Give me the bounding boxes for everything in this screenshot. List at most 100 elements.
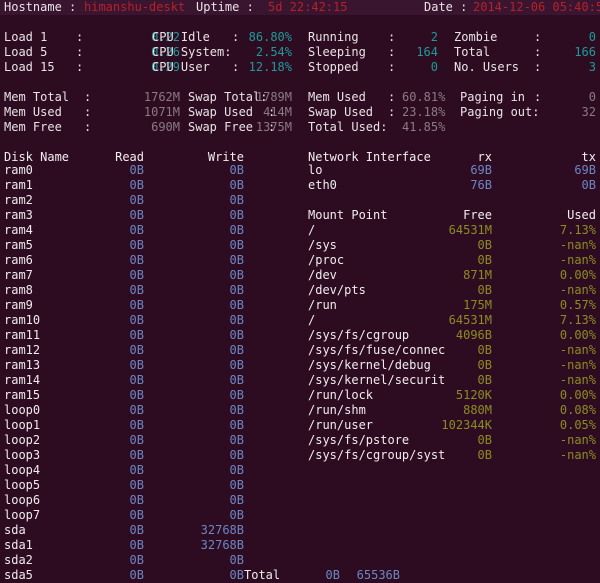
network-tx: 69B xyxy=(574,163,596,177)
cpusystem-value: 2.54% xyxy=(255,45,292,59)
pagingin-value: 0 xyxy=(588,90,596,104)
network-rx: 69B xyxy=(470,163,492,177)
mount-used: -nan% xyxy=(559,433,596,447)
disk-row: sda2 0B 0B xyxy=(0,553,300,568)
load1-sep: : xyxy=(76,30,84,44)
disk-write: 0B xyxy=(229,493,244,507)
cpuidle-label: CPU Idle xyxy=(152,30,210,44)
disk-name: sda1 xyxy=(4,538,33,552)
disk-name: ram2 xyxy=(4,193,33,207)
disk-row: loop7 0B 0B xyxy=(0,508,300,523)
disk-name: loop5 xyxy=(4,478,41,492)
network-row: lo 69B 69B xyxy=(0,163,600,178)
disk-read: 0B xyxy=(129,493,144,507)
mount-row: /sys/fs/pstore 0B -nan% xyxy=(0,433,600,448)
pagingout-value: 32 xyxy=(581,105,596,119)
swapused-pct-value: 23.18% xyxy=(402,105,446,119)
mount-name: /run/shm xyxy=(308,403,366,417)
load15-label: Load 15 xyxy=(4,60,55,74)
hostname-value: himanshu-deskt xyxy=(84,0,186,14)
running-label: Running xyxy=(308,30,359,44)
mount-used: 7.13% xyxy=(559,313,596,327)
mount-row: /run/lock 5120K 0.00% xyxy=(0,388,600,403)
mount-free: 0B xyxy=(477,283,492,297)
disk-write: 32768B xyxy=(200,538,244,552)
stats-row-2: Load 5 : 0.26 CPU System: 2.54% Sleeping… xyxy=(0,45,600,60)
mount-free: 64531M xyxy=(448,313,492,327)
network-row: eth0 76B 0B xyxy=(0,178,600,193)
mount-row: /dev 871M 0.00% xyxy=(0,268,600,283)
zombie-value: 0 xyxy=(588,30,596,44)
mount-free: 0B xyxy=(477,253,492,267)
network-name: lo xyxy=(308,163,323,177)
network-tx: 0B xyxy=(581,178,596,192)
disk-read: 0B xyxy=(129,508,144,522)
mount-row: / 64531M 7.13% xyxy=(0,313,600,328)
mount-name: / xyxy=(308,313,316,327)
swapused-value: 414M xyxy=(263,105,292,119)
load5-label: Load 5 xyxy=(4,45,48,59)
mount-used: 0.00% xyxy=(559,268,596,282)
memused-label: Mem Used xyxy=(4,105,62,119)
memused-pct-sep: : xyxy=(388,90,396,104)
total-proc-label: Total xyxy=(454,45,491,59)
mount-name: /sys/kernel/securit xyxy=(308,373,446,387)
mount-used: 0.05% xyxy=(559,418,596,432)
mount-used: -nan% xyxy=(559,283,596,297)
mount-row: /sys/fs/cgroup/syst 0B -nan% xyxy=(0,448,600,463)
running-value: 2 xyxy=(430,30,438,44)
uptime-value: 5d 22:42:15 xyxy=(268,0,348,14)
mount-name: /run/user xyxy=(308,418,374,432)
mount-header-row: Mount Point Free Used xyxy=(0,208,600,223)
mount-row: /sys 0B -nan% xyxy=(0,238,600,253)
disk-name: loop6 xyxy=(4,493,41,507)
stopped-value: 0 xyxy=(430,60,438,74)
memused-value: 1071M xyxy=(143,105,180,119)
load5-sep: : xyxy=(76,45,84,59)
mount-used: -nan% xyxy=(559,238,596,252)
swapused-pct-label: Swap Used xyxy=(308,105,374,119)
mount-free: 4096B xyxy=(455,328,492,342)
mount-row: /proc 0B -nan% xyxy=(0,253,600,268)
mount-used: 0.00% xyxy=(559,328,596,342)
disk-read: 0B xyxy=(129,463,144,477)
mount-used: 0.00% xyxy=(559,388,596,402)
mount-name: /sys/fs/cgroup xyxy=(308,328,410,342)
mount-free: 0B xyxy=(477,433,492,447)
mount-name: /dev/pts xyxy=(308,283,366,297)
disk-total-label: Total xyxy=(244,568,281,582)
disk-name: sda xyxy=(4,523,26,537)
mount-name: /sys/fs/pstore xyxy=(308,433,410,447)
disk-write: 0B xyxy=(229,553,244,567)
mount-free: 0B xyxy=(477,343,492,357)
mount-free: 5120K xyxy=(455,388,492,402)
cpuidle-value: 86.80% xyxy=(248,30,292,44)
disk-write: 32768B xyxy=(200,523,244,537)
mount-row: /run/user 102344K 0.05% xyxy=(0,418,600,433)
disk-read: 0B xyxy=(129,523,144,537)
network-rx: 76B xyxy=(470,178,492,192)
mount-name: /dev xyxy=(308,268,337,282)
mount-name: / xyxy=(308,223,316,237)
mount-name: /run xyxy=(308,298,337,312)
stopped-label: Stopped xyxy=(308,60,359,74)
mount-name-header: Mount Point xyxy=(308,208,388,222)
users-value: 3 xyxy=(588,60,596,74)
stats-row-3: Load 15 : 0.29 CPU User : 12.18% Stopped… xyxy=(0,60,600,75)
mount-free: 871M xyxy=(463,268,492,282)
mem-row-2: Mem Used : 1071M Swap Used : 414M Swap U… xyxy=(0,105,600,120)
disk-row: sda1 0B 32768B xyxy=(0,538,300,553)
mount-row: /sys/kernel/debug 0B -nan% xyxy=(0,358,600,373)
memfree-label: Mem Free xyxy=(4,120,62,134)
disk-total-row: Total 0B 65536B xyxy=(0,568,600,583)
mount-free: 0B xyxy=(477,238,492,252)
mount-row: /sys/kernel/securit 0B -nan% xyxy=(0,373,600,388)
memtotal-value: 1762M xyxy=(143,90,180,104)
mount-free: 0B xyxy=(477,358,492,372)
disk-total-write: 65536B xyxy=(356,568,400,582)
disk-row: ram2 0B 0B xyxy=(0,193,300,208)
mount-row: /run 175M 0.57% xyxy=(0,298,600,313)
disk-write: 0B xyxy=(229,508,244,522)
disk-read: 0B xyxy=(129,193,144,207)
